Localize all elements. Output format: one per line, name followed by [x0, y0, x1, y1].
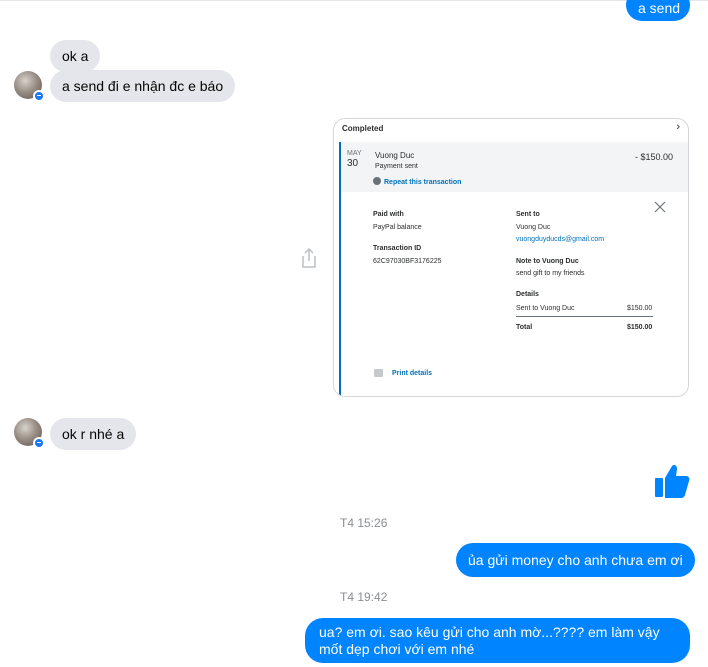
- messenger-badge-icon: [33, 437, 45, 449]
- transaction-id-label: Transaction ID: [373, 245, 422, 252]
- transaction-id: 62C97030BF3176225: [373, 258, 442, 265]
- paid-with-value: PayPal balance: [373, 224, 422, 231]
- chat-thread: a send ok a a send đi e nhận đc e báo Co…: [0, 0, 708, 667]
- avatar[interactable]: [14, 71, 45, 102]
- close-icon: [654, 201, 666, 213]
- transaction-month: MAY: [347, 150, 362, 157]
- thumbs-up-icon[interactable]: [654, 463, 690, 499]
- detail-row-label: Sent to Vuong Duc: [516, 305, 575, 312]
- total-label: Total: [516, 324, 533, 331]
- share-icon[interactable]: [299, 246, 319, 270]
- sent-to-name: Vuong Duc: [516, 224, 551, 231]
- payee-name: Vuong Duc: [375, 151, 415, 160]
- sent-to-label: Sent to: [516, 211, 540, 218]
- sent-to-email: vuongduyducds@gmail.com: [516, 236, 605, 243]
- message-incoming[interactable]: ok r nhé a: [50, 418, 137, 450]
- message-incoming[interactable]: ok a: [50, 40, 101, 72]
- transaction-details: Paid with PayPal balance Transaction ID …: [339, 192, 688, 396]
- chevron-right-icon: ›: [676, 121, 680, 133]
- message-outgoing[interactable]: ủa gửi money cho anh chưa em ơi: [456, 543, 695, 577]
- paypal-transaction-image[interactable]: Completed › MAY 30 Vuong Duc Payment sen…: [333, 118, 689, 397]
- repeat-icon: [373, 177, 381, 185]
- message-incoming[interactable]: a send đi e nhận đc e báo: [50, 70, 236, 102]
- message-line: ua? em ơi. sao kêu gửi cho anh mờ...????…: [319, 624, 660, 640]
- printer-icon: [374, 369, 383, 377]
- message-line: mốt dẹp chơi với em nhé: [319, 641, 475, 657]
- avatar[interactable]: [14, 418, 45, 449]
- message-outgoing[interactable]: ua? em ơi. sao kêu gửi cho anh mờ...????…: [305, 618, 690, 663]
- detail-row-amount: $150.00: [627, 305, 653, 312]
- timestamp: T4 19:42: [340, 590, 388, 604]
- transaction-summary: MAY 30 Vuong Duc Payment sent Repeat thi…: [339, 142, 688, 192]
- repeat-transaction-link: Repeat this transaction: [373, 177, 461, 186]
- payment-type: Payment sent: [375, 163, 418, 170]
- messenger-badge-icon: [33, 90, 45, 102]
- repeat-label: Repeat this transaction: [384, 179, 462, 186]
- total-amount: $150.00: [627, 324, 653, 331]
- details-label: Details: [516, 291, 539, 298]
- timestamp: T4 15:26: [340, 516, 388, 530]
- transaction-status: Completed: [342, 124, 384, 133]
- details-divider: [516, 316, 653, 317]
- transaction-day: 30: [347, 158, 359, 169]
- note-text: send gift to my friends: [516, 270, 585, 277]
- transaction-amount: - $150.00: [634, 152, 673, 162]
- paid-with-label: Paid with: [373, 211, 404, 218]
- note-label: Note to Vuong Duc: [516, 258, 579, 265]
- message-outgoing[interactable]: a send: [626, 0, 690, 21]
- print-details-link: Print details: [392, 370, 433, 377]
